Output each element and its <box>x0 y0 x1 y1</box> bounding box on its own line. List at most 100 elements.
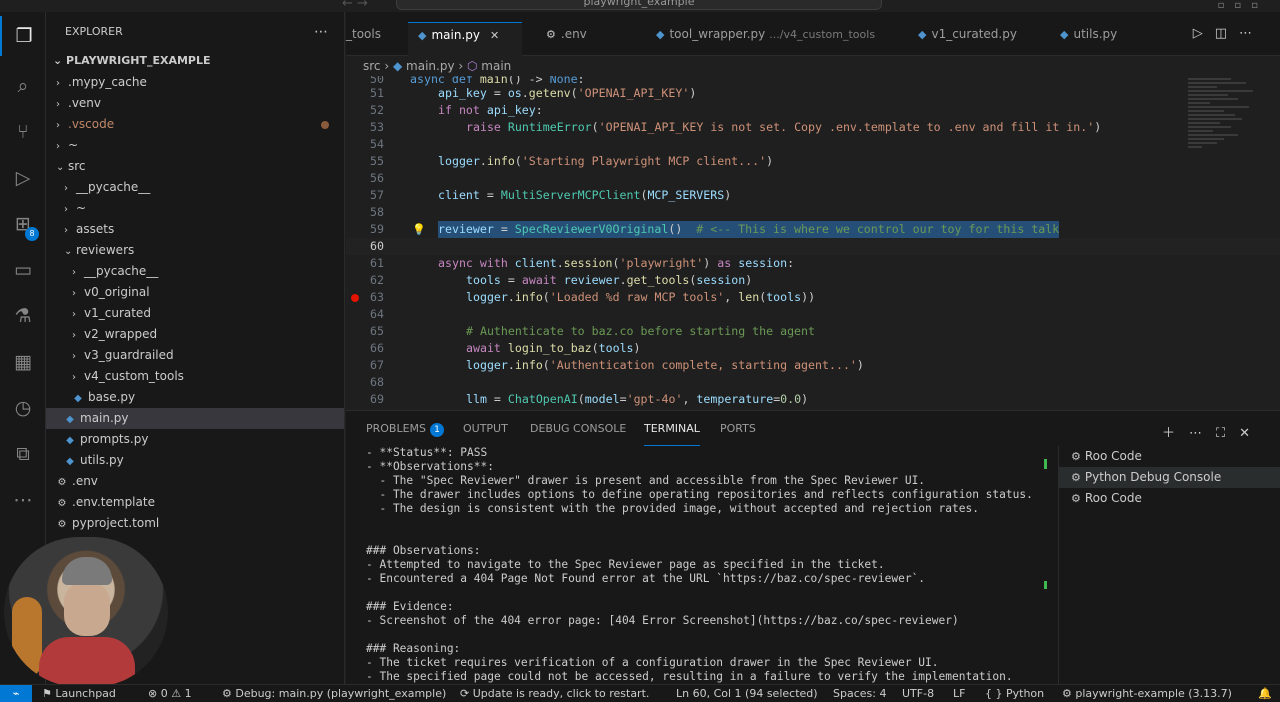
code-editor[interactable]: 50 async def main() -> None: 51 api_key = … <box>346 76 1280 410</box>
run-debug-icon[interactable]: ▷ <box>0 158 46 198</box>
explorer-icon[interactable]: ❐ <box>0 16 46 56</box>
tab-output[interactable]: OUTPUT <box>463 422 508 446</box>
lightbulb-icon[interactable]: 💡 <box>412 221 426 238</box>
tree-label: v2_wrapped <box>84 327 158 341</box>
split-editor-icon[interactable]: ◫ <box>1215 26 1239 41</box>
tree-folder[interactable]: › v4_custom_tools <box>46 366 344 387</box>
tab-v1-curated[interactable]: ◆ v1_curated.py <box>908 22 1027 56</box>
breadcrumb-item[interactable]: main <box>481 59 511 73</box>
tree-file[interactable]: ◆ utils.py <box>46 450 344 471</box>
new-terminal-icon[interactable]: ＋ <box>1162 426 1189 441</box>
gear-icon: ⚙ <box>57 519 67 530</box>
tree-label: .mypy_cache <box>68 75 147 89</box>
tree-folder[interactable]: › v0_original <box>46 282 344 303</box>
editor-actions[interactable]: ▷◫⋯ <box>1193 26 1264 41</box>
python-interpreter[interactable]: ⚙ playwright-example (3.13.7) <box>1062 685 1232 702</box>
python-file-icon: ◆ <box>918 28 927 41</box>
close-panel-icon[interactable]: ✕ <box>1239 426 1264 441</box>
indentation[interactable]: Spaces: 4 <box>833 685 886 702</box>
tree-file[interactable]: ⚙ pyproject.toml <box>46 513 344 534</box>
tree-file[interactable]: ◆ main.py <box>46 408 344 429</box>
tree-folder[interactable]: › ~ <box>46 135 344 156</box>
code-line: 68 <box>370 375 384 389</box>
more-icon[interactable]: ⋯ <box>1189 426 1216 441</box>
containers-icon[interactable]: ▦ <box>0 342 46 382</box>
tab-env[interactable]: ⚙ .env <box>536 22 597 56</box>
debug-status[interactable]: ⚙ Debug: main.py (playwright_example) <box>222 685 446 702</box>
tree-file[interactable]: ⚙ .env <box>46 471 344 492</box>
testing-icon[interactable]: ⚗ <box>0 296 46 336</box>
language-mode[interactable]: { } Python <box>985 685 1044 702</box>
explorer-more-icon[interactable]: ⋯ <box>314 12 328 52</box>
terminal-scrollbar[interactable] <box>1044 459 1047 639</box>
terminal-line: - The design is consistent with the prov… <box>366 502 979 515</box>
remote-icon[interactable]: ⌁ <box>0 685 32 702</box>
timeline-icon[interactable]: ◷ <box>0 388 46 428</box>
maximize-panel-icon[interactable]: ⛶ <box>1216 426 1239 441</box>
status-label: Spaces: 4 <box>833 687 887 700</box>
terminal-output[interactable]: - **Status**: PASS - **Observations**: - … <box>346 446 1046 686</box>
tree-folder[interactable]: › .vscode <box>46 114 344 135</box>
chevron-right-icon: › <box>56 78 60 89</box>
tree-folder[interactable]: › .venv <box>46 93 344 114</box>
tree-folder[interactable]: › v1_curated <box>46 303 344 324</box>
tree-folder[interactable]: ⌄ reviewers <box>46 240 344 261</box>
tree-file[interactable]: ⚙ .env.template <box>46 492 344 513</box>
layout-controls-icon[interactable]: ▫▫▫ <box>1218 0 1268 11</box>
project-root[interactable]: ⌄ PLAYWRIGHT_EXAMPLE <box>46 52 344 70</box>
close-icon[interactable]: ✕ <box>490 29 499 42</box>
guitar-shape <box>12 597 42 677</box>
tree-label: __pycache__ <box>76 180 151 194</box>
tab-problems[interactable]: PROBLEMS 1 <box>366 422 445 446</box>
nav-arrows-icon[interactable]: ← → <box>342 0 368 11</box>
tree-folder[interactable]: › __pycache__ <box>46 177 344 198</box>
breadcrumb-item[interactable]: src <box>363 59 381 73</box>
tree-folder[interactable]: › ~ <box>46 198 344 219</box>
tree-file[interactable]: ◆ base.py <box>46 387 344 408</box>
tab-main-py[interactable]: ◆ main.py ✕ <box>408 22 522 56</box>
eol[interactable]: LF <box>953 685 965 702</box>
tree-folder[interactable]: ⌄ src <box>46 156 344 177</box>
code-line: 52 if not api_key: <box>370 103 543 117</box>
minimap[interactable] <box>1188 76 1260 206</box>
code-line: 57 client = MultiServerMCPClient(MCP_SERV… <box>370 188 732 202</box>
problems-status[interactable]: ⊗ 0 ⚠ 1 <box>148 685 192 702</box>
source-control-icon[interactable]: ⑂ <box>0 112 46 152</box>
tab-debug-console[interactable]: DEBUG CONSOLE <box>530 422 626 446</box>
tab-ports[interactable]: PORTS <box>720 422 756 446</box>
extensions-icon[interactable]: ⊞ 8 <box>0 204 46 244</box>
tree-folder[interactable]: › v3_guardrailed <box>46 345 344 366</box>
update-status[interactable]: ⟳ Update is ready, click to restart. <box>460 685 649 702</box>
more-icon[interactable]: ⋯ <box>1239 26 1264 41</box>
cursor-position[interactable]: Ln 60, Col 1 (94 selected) <box>676 685 818 702</box>
tree-folder[interactable]: › .mypy_cache <box>46 72 344 93</box>
tab-label: tool_wrapper.py <box>669 27 766 41</box>
tree-folder[interactable]: › __pycache__ <box>46 261 344 282</box>
terminal-name: Roo Code <box>1084 449 1142 463</box>
tab-utils[interactable]: ◆ utils.py <box>1050 22 1127 56</box>
notifications-icon[interactable]: 🔔 <box>1258 685 1272 702</box>
command-center[interactable]: playwright_example <box>396 0 882 10</box>
encoding[interactable]: UTF-8 <box>902 685 934 702</box>
remote-explorer-icon[interactable]: ▭ <box>0 250 46 290</box>
tree-folder[interactable]: › v2_wrapped <box>46 324 344 345</box>
breadcrumb-item[interactable]: main.py <box>406 59 455 73</box>
terminal-line: - **Observations**: <box>366 460 494 473</box>
run-icon[interactable]: ▷ <box>1193 26 1215 41</box>
docker-icon[interactable]: ⧉ <box>0 434 46 474</box>
tab-tools[interactable]: _tools <box>346 22 393 56</box>
code-line: 56 <box>370 171 384 185</box>
tab-terminal[interactable]: TERMINAL <box>644 422 700 446</box>
terminal-list-item[interactable]: ⚙ Roo Code <box>1059 488 1280 509</box>
terminal-list-item[interactable]: ⚙ Roo Code <box>1059 446 1280 467</box>
launchpad-item[interactable]: ⚑ Launchpad <box>42 685 116 702</box>
more-views-icon[interactable]: ⋯ <box>0 480 46 520</box>
terminal-list-item[interactable]: ⚙ Python Debug Console <box>1059 467 1280 488</box>
tree-file[interactable]: ◆ prompts.py <box>46 429 344 450</box>
code-line: 62 tools = await reviewer.get_tools(sessi… <box>370 273 753 287</box>
tab-tool-wrapper[interactable]: ◆ tool_wrapper.py .../v4_custom_tools <box>646 22 885 56</box>
tree-folder[interactable]: › assets <box>46 219 344 240</box>
search-icon[interactable]: ⌕ <box>0 66 46 106</box>
